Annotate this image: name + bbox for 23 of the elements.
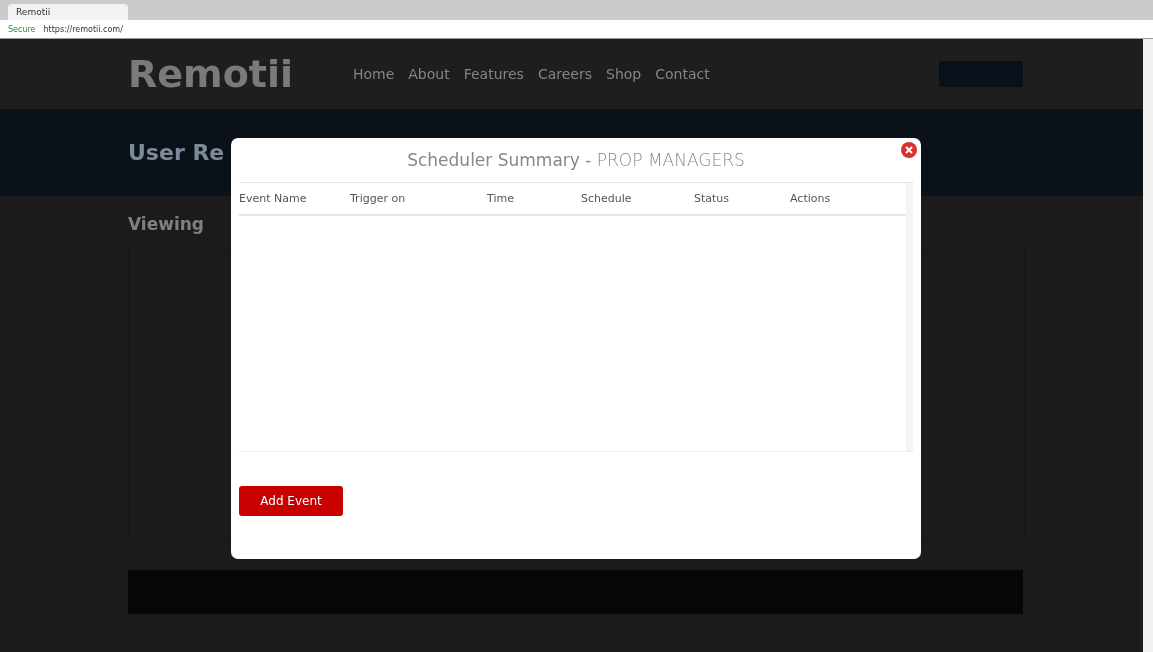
add-event-button[interactable]: Add Event bbox=[239, 486, 343, 516]
page-scrollbar[interactable] bbox=[1143, 39, 1153, 652]
url-text: https://remotii.com/ bbox=[43, 24, 123, 34]
banner-title: User Re bbox=[128, 140, 225, 165]
nav-link[interactable]: Careers bbox=[537, 66, 592, 82]
column-header: Actions bbox=[790, 192, 832, 205]
nav-link[interactable]: Shop bbox=[606, 66, 642, 82]
nav-link[interactable]: About bbox=[408, 66, 450, 82]
column-header: Schedule bbox=[581, 192, 633, 205]
nav-link[interactable]: Contact bbox=[655, 66, 710, 82]
nav-link[interactable]: Home bbox=[352, 66, 395, 82]
nav-link[interactable]: Features bbox=[463, 66, 524, 82]
site-logo[interactable]: Remotii bbox=[128, 52, 293, 96]
column-header: Time bbox=[487, 192, 515, 205]
secure-label: Secure bbox=[8, 24, 36, 34]
section-title: Viewing bbox=[128, 214, 206, 234]
column-header: Event Name bbox=[239, 192, 308, 205]
column-header: Status bbox=[694, 192, 731, 205]
column-header: Trigger on bbox=[350, 192, 407, 205]
browser-tab[interactable]: Remotii bbox=[8, 4, 128, 20]
table-scrollbar[interactable] bbox=[906, 183, 913, 451]
close-icon[interactable] bbox=[901, 142, 917, 158]
address-bar[interactable]: Secure https://remotii.com/ bbox=[0, 20, 1153, 39]
